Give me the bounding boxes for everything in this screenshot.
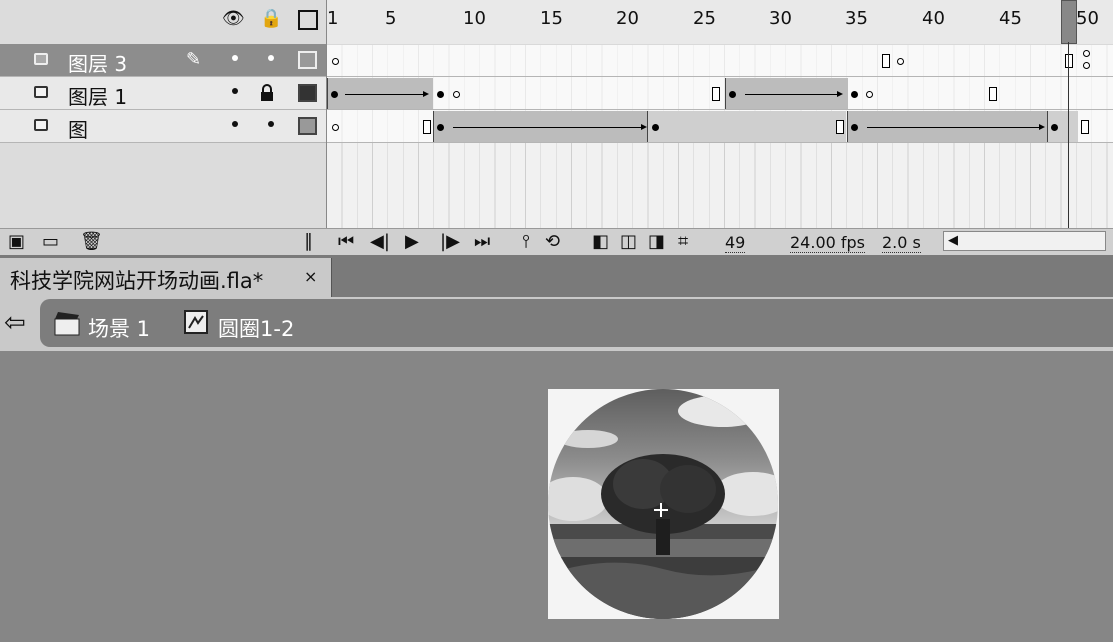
layer-icon — [34, 53, 48, 65]
new-folder-icon[interactable]: ▭ — [42, 232, 59, 252]
ruler-label: 15 — [540, 8, 563, 29]
loop-icon[interactable]: ⟲ — [545, 232, 560, 252]
lock-icon[interactable]: 🔒 — [260, 9, 282, 29]
frame-end-marker — [1065, 54, 1073, 68]
ruler-label: 35 — [845, 8, 868, 29]
eye-icon[interactable]: 👁 — [222, 9, 245, 29]
tween-arrow — [745, 91, 843, 97]
lock-dot[interactable] — [268, 121, 274, 127]
keyframe-empty[interactable] — [897, 58, 904, 65]
outline-color-box[interactable] — [298, 117, 317, 135]
keyframe[interactable] — [437, 124, 444, 131]
resize-handle-icon[interactable]: ∥ — [304, 232, 313, 252]
layers-panel: 👁 🔒 图层 3 ✎ 图层 1 图 — [0, 0, 327, 228]
go-to-first-frame-icon[interactable]: ⏮ — [338, 232, 354, 252]
keyframe[interactable] — [331, 91, 338, 98]
layer-icon — [34, 86, 48, 98]
ruler-label: 25 — [693, 8, 716, 29]
go-to-last-frame-icon[interactable]: ⏭ — [474, 232, 490, 252]
ruler-label: 20 — [616, 8, 639, 29]
edit-multiple-frames-icon[interactable]: ◨ — [648, 232, 665, 252]
layer-name: 图层 1 — [68, 85, 128, 109]
pencil-icon: ✎ — [186, 49, 202, 70]
ruler-label: 40 — [922, 8, 945, 29]
breadcrumb-scene[interactable]: 场景 1 — [88, 313, 150, 343]
frame-track-tu[interactable] — [327, 110, 1113, 143]
frame-end-marker — [712, 87, 720, 101]
onion-skin-icon[interactable]: ◧ — [592, 232, 609, 252]
ruler-label: 50 — [1076, 8, 1099, 29]
frame-track-layer-3[interactable] — [327, 44, 1113, 77]
tween-arrow — [867, 124, 1045, 130]
scene-clapper-icon — [54, 312, 80, 336]
document-tab-title: 科技学院网站开场动画.fla* — [10, 269, 264, 293]
document-tab[interactable]: 科技学院网站开场动画.fla* × — [0, 258, 332, 297]
visibility-dot[interactable] — [232, 121, 238, 127]
outline-icon[interactable] — [298, 10, 318, 30]
ruler-label: 1 — [327, 8, 339, 29]
keyframe[interactable] — [1051, 124, 1058, 131]
elapsed-time: 2.0 s — [882, 233, 921, 253]
ruler-label: 10 — [463, 8, 486, 29]
ruler-label: 5 — [385, 8, 397, 29]
delete-trash-icon[interactable]: 🗑 — [80, 232, 103, 252]
layer-icon — [34, 119, 48, 131]
stage-canvas[interactable] — [548, 389, 779, 619]
outline-color-box[interactable] — [298, 84, 317, 102]
visibility-dot[interactable] — [232, 88, 238, 94]
new-layer-icon[interactable]: ▣ — [8, 232, 25, 252]
frame-end-marker — [989, 87, 997, 101]
timeline-scrollbar[interactable]: ◀ — [943, 231, 1106, 251]
frame-end-marker — [882, 54, 890, 68]
step-back-icon[interactable]: ◀| — [370, 232, 390, 252]
keyframe[interactable] — [437, 91, 444, 98]
keyframe-empty[interactable] — [1083, 50, 1090, 57]
keyframe[interactable] — [851, 124, 858, 131]
scroll-left-icon[interactable]: ◀ — [948, 233, 958, 248]
layer-row-tu[interactable]: 图 — [0, 110, 326, 143]
layer-name: 图层 3 — [68, 52, 128, 76]
tween-arrow — [345, 91, 429, 97]
ruler-label: 45 — [999, 8, 1022, 29]
current-frame[interactable]: 49 — [725, 233, 746, 253]
keyframe-empty[interactable] — [866, 91, 873, 98]
ruler-label: 30 — [769, 8, 792, 29]
keyframe-empty[interactable] — [332, 58, 339, 65]
lock-dot[interactable] — [268, 55, 274, 61]
movieclip-symbol-icon — [184, 310, 208, 334]
static-frames[interactable] — [647, 111, 846, 142]
play-icon[interactable]: ▶ — [405, 232, 419, 252]
keyframe-empty[interactable] — [453, 91, 460, 98]
step-forward-icon[interactable]: |▶ — [440, 232, 460, 252]
onion-skin-outline-icon[interactable]: ◫ — [620, 232, 637, 252]
layer-row-1[interactable]: 图层 1 — [0, 77, 326, 110]
layer-row-3[interactable]: 图层 3 ✎ — [0, 44, 326, 77]
frame-end-marker — [1081, 120, 1089, 134]
keyframe[interactable] — [851, 91, 858, 98]
frame-rate[interactable]: 24.00 fps — [790, 233, 866, 253]
outline-color-box[interactable] — [298, 51, 317, 69]
keyframe[interactable] — [729, 91, 736, 98]
frame-ruler[interactable]: 1 5 10 15 20 25 30 35 40 45 50 — [327, 0, 1113, 45]
lock-icon[interactable] — [260, 84, 274, 102]
frame-end-marker — [836, 120, 844, 134]
keyframe-empty[interactable] — [332, 124, 339, 131]
frame-end-marker — [423, 120, 431, 134]
visibility-dot[interactable] — [232, 55, 238, 61]
layer-name: 图 — [68, 118, 88, 142]
back-arrow-icon[interactable]: ⇦ — [4, 308, 26, 338]
playhead-line — [1068, 42, 1069, 228]
center-frame-icon[interactable]: ⫯ — [522, 232, 530, 252]
breadcrumb-symbol[interactable]: 圆圈1-2 — [218, 313, 294, 343]
keyframe-empty[interactable] — [1083, 62, 1090, 69]
playhead[interactable] — [1061, 0, 1077, 44]
keyframe[interactable] — [652, 124, 659, 131]
frame-track-layer-1[interactable] — [327, 77, 1113, 110]
modify-onion-markers-icon[interactable]: ⌗ — [678, 232, 688, 252]
tween-arrow — [453, 124, 647, 130]
close-icon[interactable]: × — [304, 267, 317, 286]
tree-circle-image[interactable] — [548, 389, 779, 619]
